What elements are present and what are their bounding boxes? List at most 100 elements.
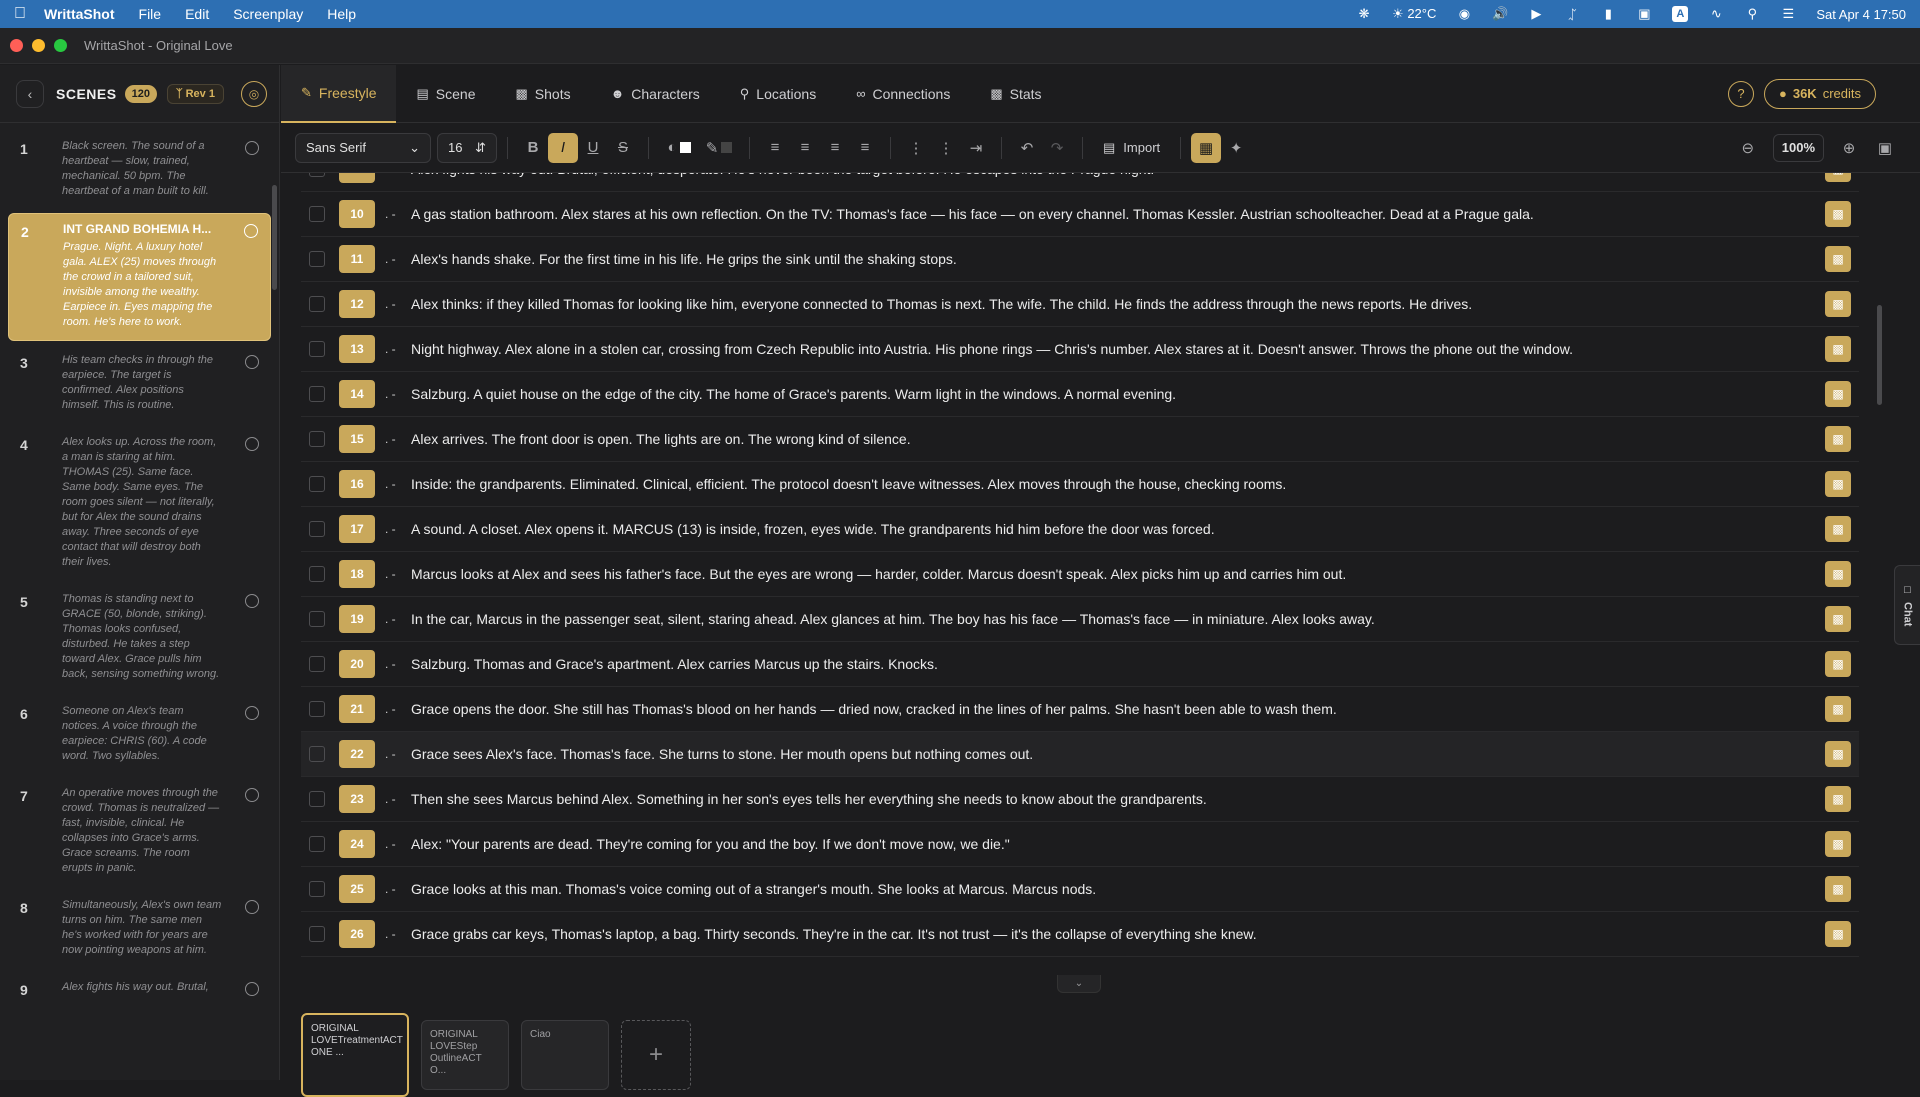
row-checkbox[interactable]	[309, 881, 325, 897]
scene-item[interactable]: 7 An operative moves through the crowd. …	[8, 778, 271, 886]
underline-button[interactable]: U	[578, 133, 608, 163]
row-checkbox[interactable]	[309, 296, 325, 312]
add-shot-button[interactable]: ▩	[1825, 201, 1851, 227]
zoom-level[interactable]: 100%	[1772, 133, 1824, 162]
beat-text[interactable]: Alex's hands shake. For the first time i…	[411, 251, 957, 267]
highlight-color-button[interactable]: ✎	[699, 133, 739, 163]
row-checkbox[interactable]	[309, 746, 325, 762]
beat-row[interactable]: 14 . - Salzburg. A quiet house on the edge…	[301, 372, 1859, 417]
beat-row[interactable]: 17 . - A sound. A closet. Alex opens it. M…	[301, 507, 1859, 552]
add-shot-button[interactable]: ▩	[1825, 831, 1851, 857]
row-checkbox[interactable]	[309, 431, 325, 447]
menu-help[interactable]: Help	[327, 6, 356, 22]
back-button[interactable]: ‹	[16, 79, 44, 108]
beat-text[interactable]: Alex: "Your parents are dead. They're co…	[411, 836, 1010, 852]
tab-stats[interactable]: ▩ Stats	[970, 65, 1061, 123]
display-icon[interactable]: ▣	[1636, 6, 1652, 22]
minimize-window-button[interactable]	[32, 39, 45, 52]
add-shot-button[interactable]: ▩	[1825, 336, 1851, 362]
beat-row[interactable]: 12 . - Alex thinks: if they killed Thomas …	[301, 282, 1859, 327]
beat-text[interactable]: Then she sees Marcus behind Alex. Someth…	[411, 791, 1207, 807]
beat-text[interactable]: A gas station bathroom. Alex stares at h…	[411, 206, 1534, 222]
row-checkbox[interactable]	[309, 611, 325, 627]
scene-item[interactable]: 3 His team checks in through the earpiec…	[8, 345, 271, 423]
beat-text[interactable]: Marcus looks at Alex and sees his father…	[411, 566, 1346, 582]
add-shot-button[interactable]: ▩	[1825, 876, 1851, 902]
add-shot-button[interactable]: ▩	[1825, 246, 1851, 272]
beat-text[interactable]: Night highway. Alex alone in a stolen ca…	[411, 341, 1573, 357]
scene-item[interactable]: 8 Simultaneously, Alex's own team turns …	[8, 890, 271, 968]
eye-toggle-button[interactable]: ◎	[241, 80, 267, 107]
sidebar-scrollbar[interactable]	[272, 185, 277, 290]
beat-row[interactable]: 21 . - Grace opens the door. She still has…	[301, 687, 1859, 732]
zoom-window-button[interactable]	[54, 39, 67, 52]
bluetooth-icon[interactable]: ᛢ	[1564, 6, 1580, 22]
strikethrough-button[interactable]: S	[608, 133, 638, 163]
tab-freestyle[interactable]: ✎ Freestyle	[281, 64, 397, 123]
row-checkbox[interactable]	[309, 791, 325, 807]
beat-row[interactable]: 24 . - Alex: "Your parents are dead. They'…	[301, 822, 1859, 867]
add-shot-button[interactable]: ▩	[1825, 173, 1851, 182]
keyboard-input-icon[interactable]: A	[1672, 6, 1689, 22]
help-button[interactable]: ?	[1727, 80, 1754, 107]
tab-locations[interactable]: ⚲ Locations	[720, 65, 836, 123]
add-shot-button[interactable]: ▩	[1825, 471, 1851, 497]
beat-row[interactable]: 11 . - Alex's hands shake. For the first t…	[301, 237, 1859, 282]
add-shot-button[interactable]: ▩	[1825, 696, 1851, 722]
add-shot-button[interactable]: ▩	[1825, 381, 1851, 407]
beat-text[interactable]: Inside: the grandparents. Eliminated. Cl…	[411, 476, 1286, 492]
scene-radio[interactable]	[245, 706, 259, 720]
close-window-button[interactable]	[10, 39, 23, 52]
beat-row[interactable]: 20 . - Salzburg. Thomas and Grace's apartm…	[301, 642, 1859, 687]
volume-icon[interactable]: 🔊	[1492, 6, 1508, 22]
main-scrollbar[interactable]	[1877, 305, 1882, 405]
row-checkbox[interactable]	[309, 206, 325, 222]
revision-badge[interactable]: ᛉ Rev 1	[166, 83, 224, 104]
credits-button[interactable]: ● 36K credits	[1763, 78, 1876, 109]
scene-radio[interactable]	[245, 900, 259, 914]
account-icon[interactable]: ◉	[1456, 6, 1472, 22]
clock[interactable]: Sat Apr 4 17:50	[1816, 7, 1906, 22]
scene-radio[interactable]	[245, 141, 259, 155]
beat-row[interactable]: 13 . - Night highway. Alex alone in a stol…	[301, 327, 1859, 372]
tab-scene[interactable]: ▤ Scene	[396, 65, 495, 123]
scene-item[interactable]: 5 Thomas is standing next to GRACE (50, …	[8, 584, 271, 692]
menu-file[interactable]: File	[139, 6, 162, 22]
wifi-icon[interactable]: ∿	[1708, 6, 1724, 22]
weather-indicator[interactable]: ☀ 22°C	[1392, 6, 1436, 22]
align-right-button[interactable]: ≡	[820, 133, 850, 163]
numbered-list-button[interactable]: ⋮	[931, 133, 961, 163]
add-shot-button[interactable]: ▩	[1825, 786, 1851, 812]
menu-edit[interactable]: Edit	[185, 6, 209, 22]
scene-radio[interactable]	[245, 594, 259, 608]
beat-row[interactable]: 10 . - A gas station bathroom. Alex stares…	[301, 192, 1859, 237]
beat-row[interactable]: 18 . - Marcus looks at Alex and sees his f…	[301, 552, 1859, 597]
row-checkbox[interactable]	[309, 836, 325, 852]
scene-radio[interactable]	[245, 355, 259, 369]
row-checkbox[interactable]	[309, 701, 325, 717]
add-shot-button[interactable]: ▩	[1825, 561, 1851, 587]
document-card-selected[interactable]: ORIGINAL LOVETreatmentACT ONE ...	[301, 1013, 409, 1097]
tab-connections[interactable]: ∞ Connections	[836, 65, 970, 123]
add-shot-button[interactable]: ▩	[1825, 516, 1851, 542]
control-center-icon[interactable]: ☰	[1780, 6, 1796, 22]
chat-tab[interactable]: □ Chat	[1894, 565, 1920, 645]
indent-button[interactable]: ⇥	[961, 133, 991, 163]
zoom-out-button[interactable]: ⊖	[1733, 133, 1763, 163]
align-center-button[interactable]: ≡	[790, 133, 820, 163]
bold-button[interactable]: B	[518, 133, 548, 163]
beat-text[interactable]: Salzburg. Thomas and Grace's apartment. …	[411, 656, 938, 672]
align-justify-button[interactable]: ≡	[850, 133, 880, 163]
fit-screen-button[interactable]: ▣	[1870, 133, 1900, 163]
align-left-button[interactable]: ≡	[760, 133, 790, 163]
menu-app-name[interactable]: WrittaShot	[44, 6, 115, 22]
scene-item[interactable]: 6 Someone on Alex's team notices. A voic…	[8, 696, 271, 774]
beat-text[interactable]: In the car, Marcus in the passenger seat…	[411, 611, 1375, 627]
menu-screenplay[interactable]: Screenplay	[233, 6, 303, 22]
beat-row[interactable]: 19 . - In the car, Marcus in the passenger…	[301, 597, 1859, 642]
scene-radio[interactable]	[245, 788, 259, 802]
scene-radio[interactable]	[245, 437, 259, 451]
beat-text[interactable]: Grace looks at this man. Thomas's voice …	[411, 881, 1096, 897]
beat-text[interactable]: Alex fights his way out. Brutal, efficie…	[411, 173, 1154, 177]
scene-item[interactable]: 1 Black screen. The sound of a heartbeat…	[8, 131, 271, 209]
